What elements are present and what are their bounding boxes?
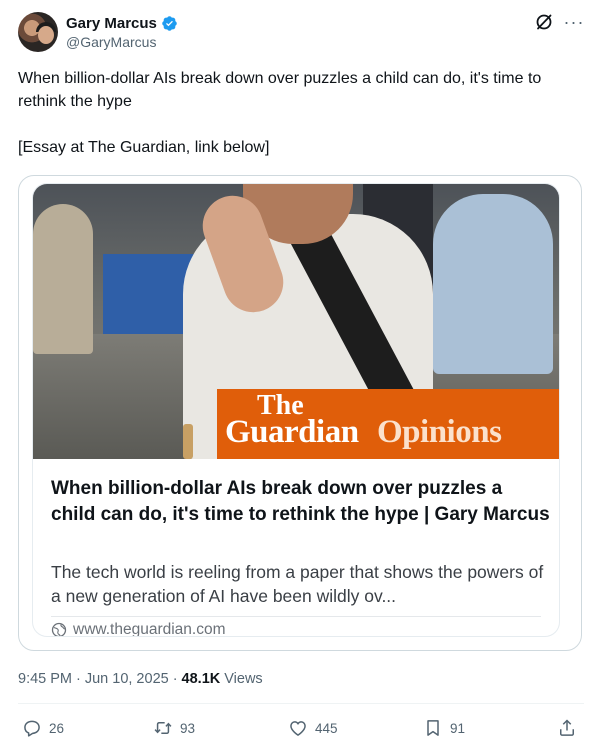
avatar-face [38,26,54,44]
actions-divider [18,703,584,704]
verified-badge-icon [162,15,177,31]
brand-opinions-text: Opinions [377,414,502,450]
card-divider [51,616,541,617]
tweet-time[interactable]: 9:45 PM [18,671,72,687]
author-name-row: Gary Marcus [66,13,178,33]
card-domain-row[interactable]: www.theguardian.com [51,621,226,636]
reply-count: 26 [49,720,65,736]
card-domain: www.theguardian.com [73,621,226,636]
grok-icon[interactable] [534,12,554,32]
link-card[interactable]: The Guardian Opinions When billion-dolla… [18,175,582,651]
photo-background-person-right [433,194,553,374]
share-icon [560,719,574,736]
author-display-name[interactable]: Gary Marcus [66,15,157,32]
card-title[interactable]: When billion-dollar AIs break down over … [51,476,551,528]
link-card-preview[interactable]: The Guardian Opinions When billion-dolla… [33,184,559,636]
tweet-header: Gary Marcus @GaryMarcus ··· [18,12,584,54]
photo-background-person [33,204,93,354]
header-actions: ··· [534,12,584,32]
more-icon[interactable]: ··· [564,12,584,32]
tweet-text: When billion-dollar AIs break down over … [18,70,542,156]
card-image[interactable]: The Guardian Opinions [33,184,559,459]
author-handle[interactable]: @GaryMarcus [66,34,156,50]
reply-button[interactable]: 26 [22,718,64,738]
views-count: 48.1K [181,671,221,687]
tweet-actions: 26 93 445 91 [18,718,578,744]
views-label: Views [224,671,263,687]
like-count: 445 [315,720,338,736]
like-button[interactable]: 445 [288,718,338,738]
meta-separator-2: · [172,671,178,687]
repost-icon [154,722,172,734]
repost-button[interactable]: 93 [153,718,195,738]
guardian-opinions-logo: The Guardian Opinions [217,389,559,459]
repost-count: 93 [180,720,196,736]
reply-icon [24,720,40,737]
photo-puzzle-peg [183,424,193,459]
tweet-meta: 9:45 PM · Jun 10, 2025 · 48.1K Views [18,671,263,687]
card-description: The tech world is reeling from a paper t… [51,562,544,606]
meta-separator: · [76,671,81,687]
globe-icon [51,622,67,636]
avatar[interactable] [18,12,58,52]
brand-guardian-text: Guardian [225,414,359,450]
tweet-date[interactable]: Jun 10, 2025 [85,671,169,687]
bookmark-count: 91 [450,720,466,736]
bookmark-icon [427,720,439,736]
heart-icon [290,721,306,736]
bookmark-button[interactable]: 91 [423,718,465,738]
share-button[interactable] [557,718,577,738]
